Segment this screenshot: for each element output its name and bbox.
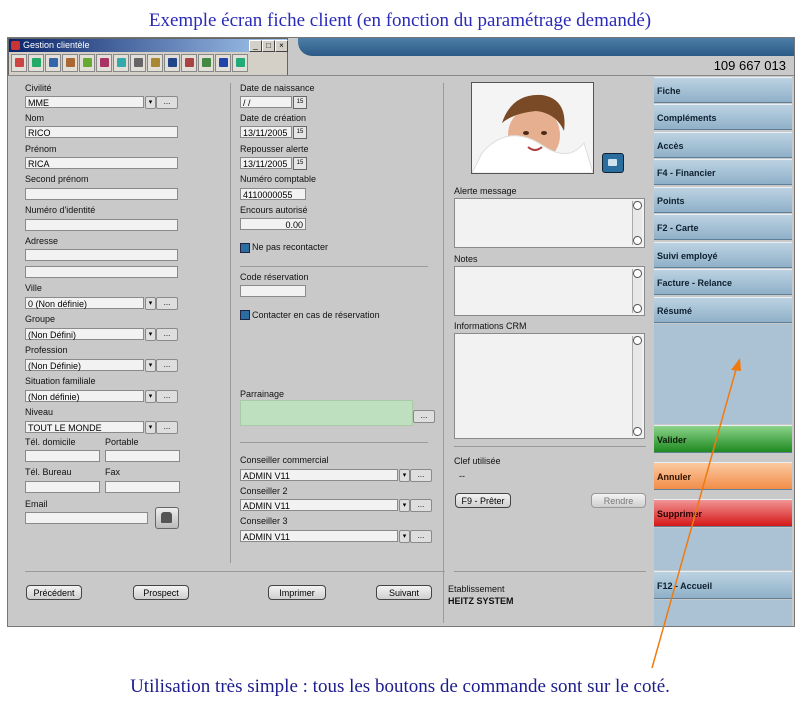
arrow-line [651, 365, 738, 669]
annotation-arrow [651, 358, 741, 669]
bottom-caption: Utilisation très simple : tous les bouto… [130, 676, 670, 697]
arrow-head [731, 358, 741, 371]
